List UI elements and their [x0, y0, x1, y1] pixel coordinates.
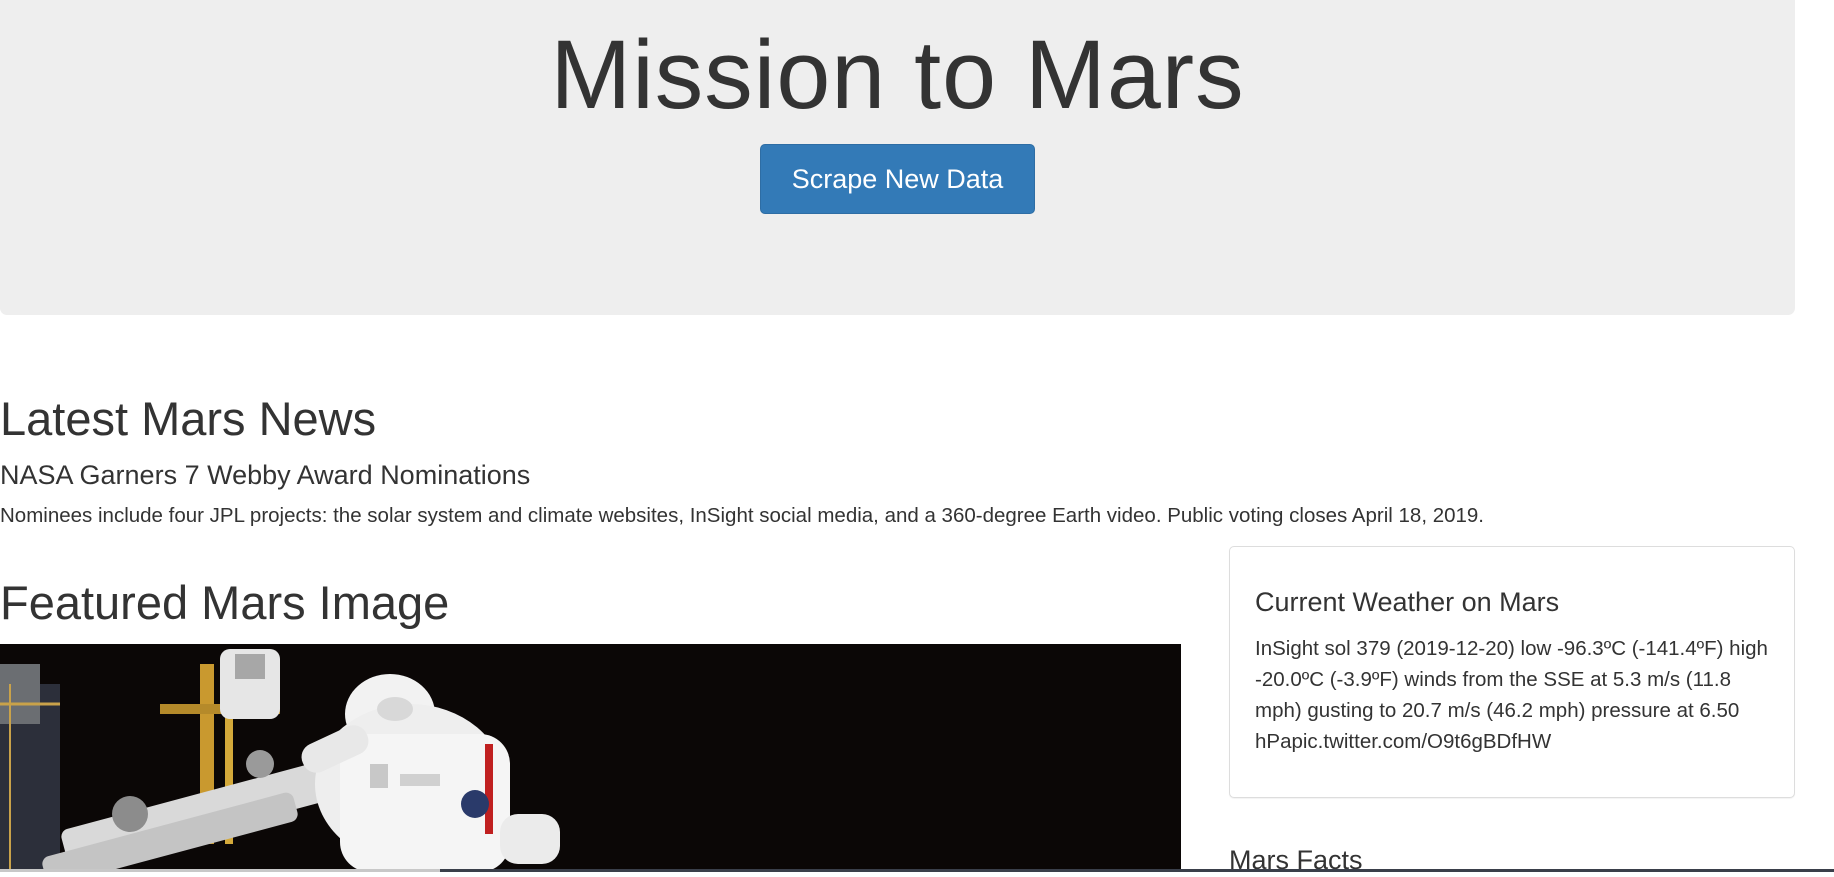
weather-card: Current Weather on Mars InSight sol 379 … [1229, 546, 1795, 798]
weather-text: InSight sol 379 (2019-12-20) low -96.3ºC… [1255, 637, 1768, 753]
featured-mars-image [0, 644, 1181, 872]
scrape-new-data-button[interactable]: Scrape New Data [760, 144, 1035, 214]
latest-news-heading: Latest Mars News [0, 392, 377, 445]
astronaut-image-graphic [0, 644, 1181, 872]
news-title: NASA Garners 7 Webby Award Nominations [0, 460, 531, 490]
weather-title: Current Weather on Mars [1255, 587, 1560, 617]
featured-image-heading: Featured Mars Image [0, 576, 450, 629]
news-paragraph: Nominees include four JPL projects: the … [0, 504, 1485, 527]
jumbotron-header: Mission to Mars Scrape New Data [0, 0, 1795, 315]
page-title: Mission to Mars [550, 20, 1245, 129]
